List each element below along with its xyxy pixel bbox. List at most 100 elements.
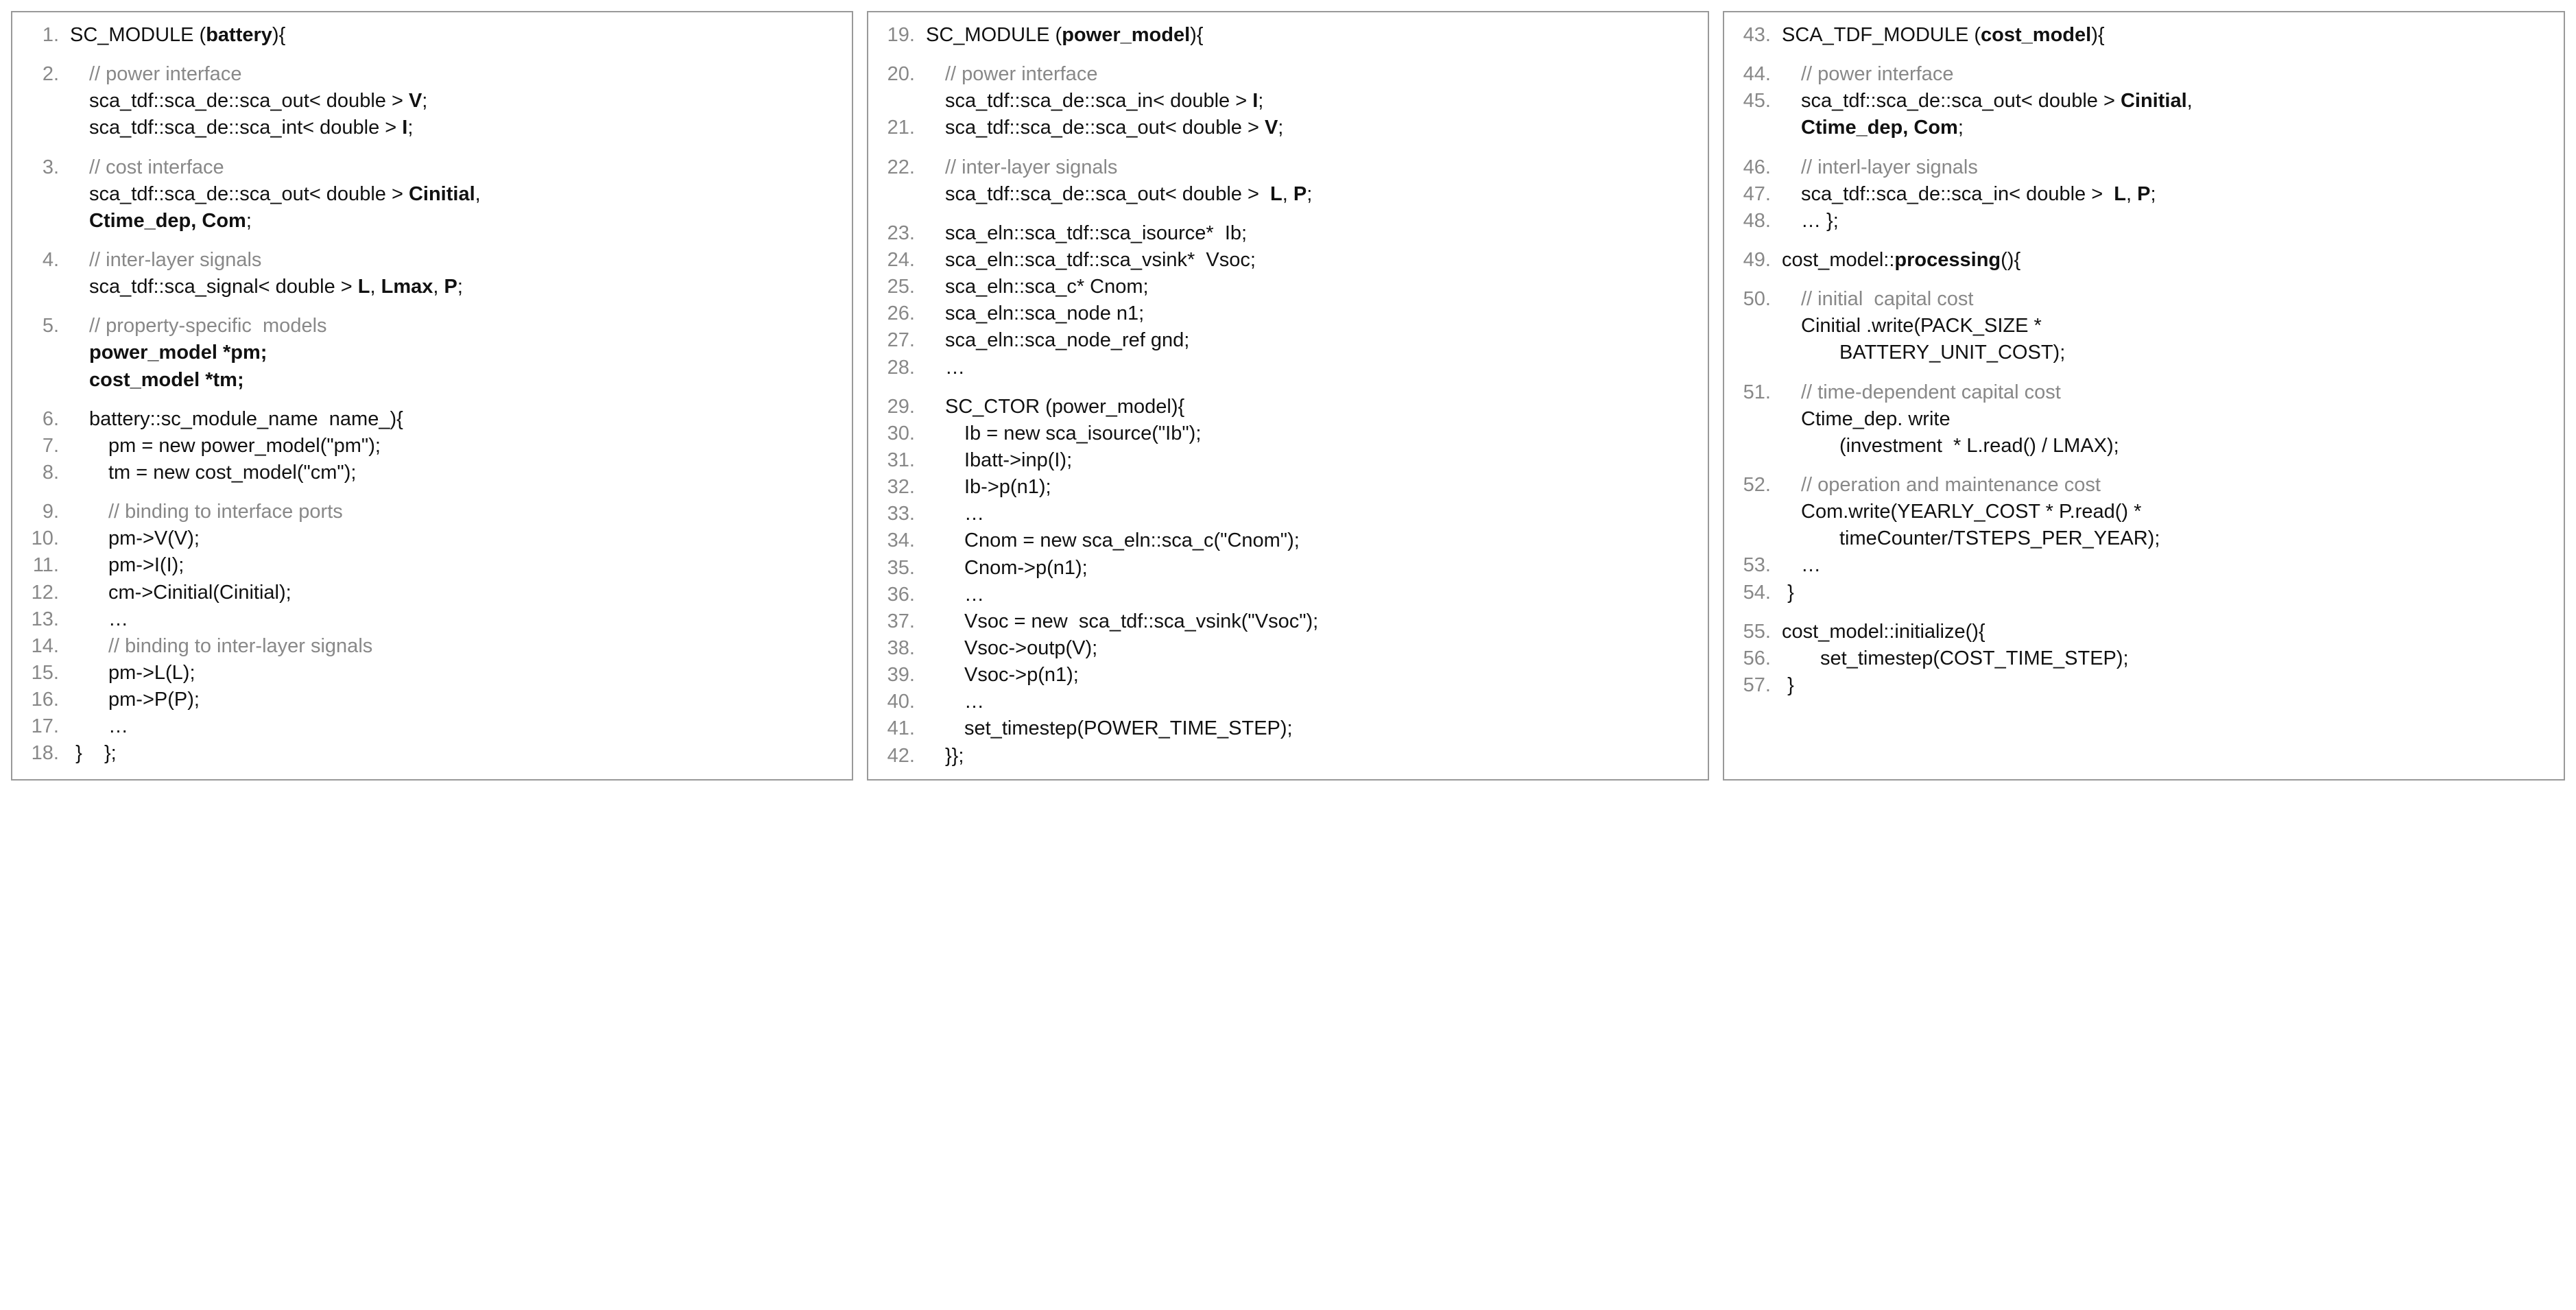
code-text: // operation and maintenance cost [1782, 472, 2101, 499]
line-number: 57. [1738, 672, 1782, 699]
line-number: 34. [882, 527, 926, 554]
code-text: // binding to inter-layer signals [70, 633, 372, 660]
code-segment: ; [407, 117, 413, 139]
line-number: 32. [882, 474, 926, 501]
code-line: 37.Vsoc = new sca_tdf::sca_vsink("Vsoc")… [882, 608, 1694, 635]
code-segment: Vsoc->p(n1); [964, 664, 1079, 686]
code-segment: pm->P(P); [108, 689, 200, 711]
code-line: 24.sca_eln::sca_tdf::sca_vsink* Vsoc; [882, 247, 1694, 274]
panel-power-model: 19.SC_MODULE (power_model){20.// power i… [867, 11, 1709, 781]
code-text: } [1782, 672, 1794, 699]
code-segment: cost_model:: [1782, 249, 1894, 271]
line-number: 35. [882, 555, 926, 582]
code-segment: Ib = new sca_isource("Ib"); [964, 422, 1201, 444]
line-number: 8. [26, 460, 70, 486]
code-text: SC_MODULE (battery){ [70, 22, 285, 49]
line-number: 1. [26, 22, 70, 49]
code-segment: } [1782, 582, 1794, 604]
code-text: sca_eln::sca_c* Cnom; [926, 274, 1149, 300]
code-segment: sca_eln::sca_c* Cnom; [945, 276, 1149, 298]
code-line: cost_model *tm; [26, 367, 838, 394]
code-segment: timeCounter/TSTEPS_PER_YEAR); [1839, 527, 2160, 549]
code-segment: pm->L(L); [108, 662, 195, 684]
code-line: 36. … [882, 582, 1694, 608]
blank-line [1738, 606, 2550, 619]
code-segment: Cnom = new sca_eln::sca_c("Cnom"); [964, 529, 1300, 551]
code-segment: … [1801, 554, 1821, 576]
code-segment: sca_eln::sca_tdf::sca_vsink* Vsoc; [945, 249, 1256, 271]
code-segment: power_model *pm; [89, 342, 267, 364]
line-number: 23. [882, 220, 926, 247]
code-segment: pm->V(V); [108, 527, 200, 549]
code-line: 22.// inter-layer signals [882, 154, 1694, 181]
code-segment: tm = new cost_model("cm"); [108, 462, 356, 484]
code-line: 1.SC_MODULE (battery){ [26, 22, 838, 49]
code-segment: ){ [1190, 24, 1203, 46]
code-text: Ctime_dep. write [1782, 406, 1951, 433]
code-segment: , [370, 276, 381, 298]
code-line: 31.Ibatt->inp(I); [882, 447, 1694, 474]
code-segment: Cinitial [2121, 90, 2187, 112]
code-text: … [1782, 552, 1821, 579]
line-number: 10. [26, 525, 70, 552]
code-segment: (){ [2001, 249, 2020, 271]
code-text: sca_tdf::sca_de::sca_out< double > Cinit… [1782, 88, 2193, 115]
comment-segment: // cost interface [89, 156, 224, 178]
code-segment: } [1782, 674, 1794, 696]
code-line: 57. } [1738, 672, 2550, 699]
code-segment: , [1283, 183, 1293, 205]
code-line: 51.// time-dependent capital cost [1738, 379, 2550, 406]
code-segment: Ib->p(n1); [964, 476, 1051, 498]
code-line: 48.… }; [1738, 208, 2550, 235]
line-number: 31. [882, 447, 926, 474]
code-segment: cm->Cinitial(Cinitial); [108, 582, 291, 604]
code-segment: L [2114, 183, 2126, 205]
code-segment: … [964, 503, 984, 525]
code-text: cost_model::processing(){ [1782, 247, 2020, 274]
code-line: sca_tdf::sca_de::sca_out< double > L, P; [882, 181, 1694, 208]
line-number: 36. [882, 582, 926, 608]
code-line: sca_tdf::sca_de::sca_out< double > V; [26, 88, 838, 115]
line-number: 39. [882, 662, 926, 689]
code-segment: SC_MODULE ( [926, 24, 1062, 46]
code-text: // power interface [70, 61, 241, 88]
code-text: sca_tdf::sca_de::sca_in< double > I; [926, 88, 1263, 115]
comment-segment: // inter-layer signals [89, 249, 261, 271]
code-segment: ; [1958, 117, 1964, 139]
blank-line [1738, 142, 2550, 154]
line-number: 51. [1738, 379, 1782, 406]
code-segment: sca_tdf::sca_de::sca_int< double > [89, 117, 402, 139]
code-segment: } }; [70, 742, 117, 764]
code-line: 32. Ib->p(n1); [882, 474, 1694, 501]
code-text: Vsoc = new sca_tdf::sca_vsink("Vsoc"); [926, 608, 1318, 635]
code-segment: cost_model *tm; [89, 369, 244, 391]
code-line: 12.cm->Cinitial(Cinitial); [26, 580, 838, 606]
code-segment: battery [206, 24, 272, 46]
code-line: 5.// property-specific models [26, 313, 838, 340]
code-line: 34. Cnom = new sca_eln::sca_c("Cnom"); [882, 527, 1694, 554]
code-segment: Cinitial [409, 183, 475, 205]
code-text: … [70, 606, 128, 633]
code-segment: … [108, 608, 128, 630]
line-number: 6. [26, 406, 70, 433]
code-text: set_timestep(COST_TIME_STEP); [1782, 645, 2129, 672]
line-number: 38. [882, 635, 926, 662]
code-text: // property-specific models [70, 313, 327, 340]
code-segment: pm = new power_model("pm"); [108, 435, 381, 457]
line-number: 45. [1738, 88, 1782, 115]
comment-segment: // binding to inter-layer signals [108, 635, 372, 657]
code-segment: sca_tdf::sca_de::sca_in< double > [945, 90, 1252, 112]
code-segment: … [964, 584, 984, 606]
blank-line [26, 49, 838, 61]
code-line: 6.battery::sc_module_name name_){ [26, 406, 838, 433]
code-line: Ctime_dep. write [1738, 406, 2550, 433]
code-text: Vsoc->p(n1); [926, 662, 1079, 689]
code-line: 21.sca_tdf::sca_de::sca_out< double > V; [882, 115, 1694, 141]
line-number: 22. [882, 154, 926, 181]
code-text: Ibatt->inp(I); [926, 447, 1072, 474]
line-number: 52. [1738, 472, 1782, 499]
code-text: // interl-layer signals [1782, 154, 1978, 181]
code-segment: Cnom->p(n1); [964, 557, 1088, 579]
code-line: sca_tdf::sca_de::sca_in< double > I; [882, 88, 1694, 115]
code-line: 53.… [1738, 552, 2550, 579]
